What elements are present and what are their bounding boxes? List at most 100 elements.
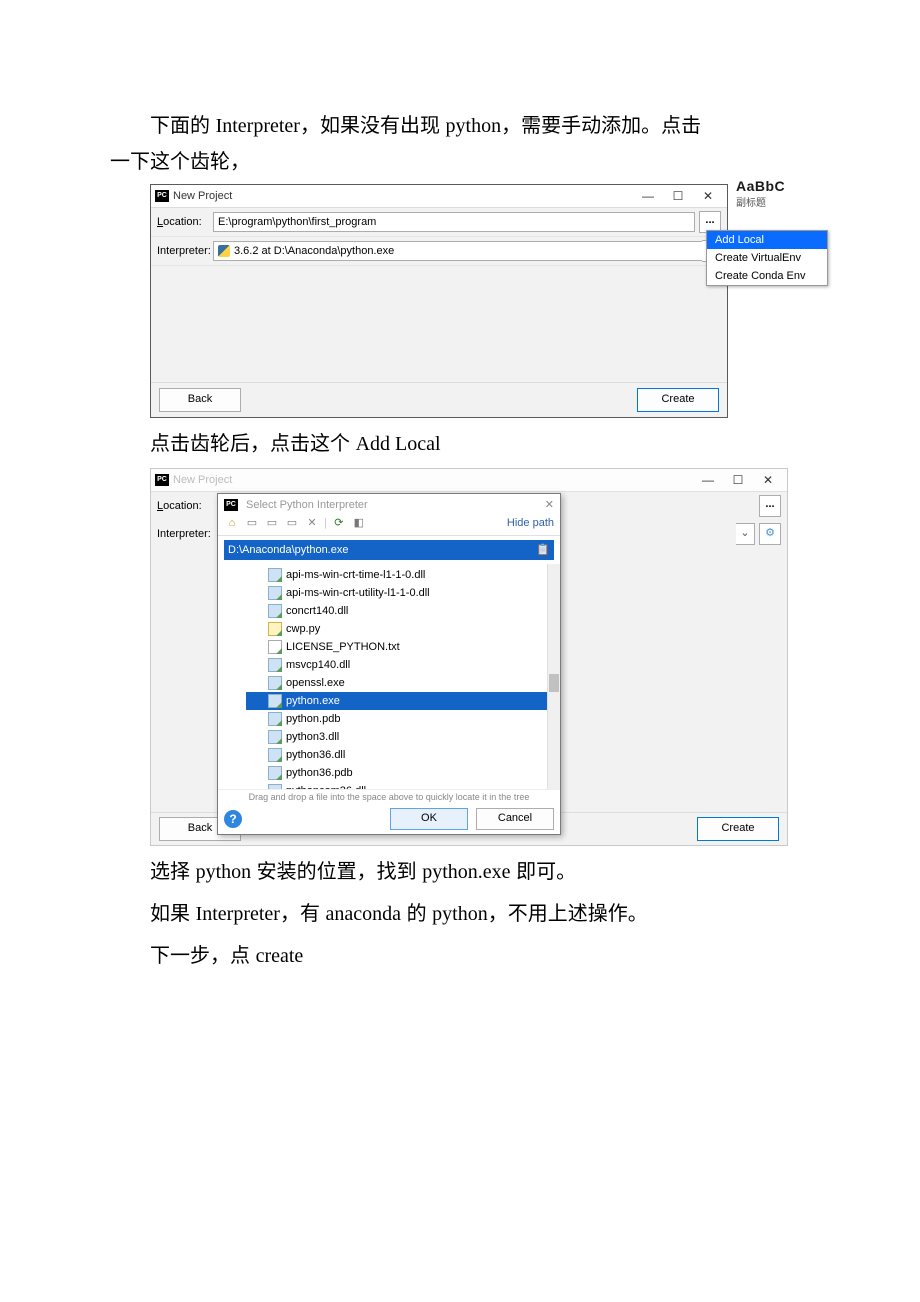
file-icon (268, 766, 282, 780)
tree-item[interactable]: api-ms-win-crt-time-l1-1-0.dll (246, 566, 560, 584)
scrollbar-thumb[interactable] (549, 674, 559, 692)
app-icon: PC (155, 474, 169, 486)
interpreter-label: Interpreter: (157, 528, 213, 540)
tree-item[interactable]: python36.pdb (246, 764, 560, 782)
ok-button[interactable]: OK (390, 808, 468, 830)
gear-icon[interactable]: ⚙ (759, 523, 781, 545)
popup-toolbar: ⌂ ▭ ▭ ▭ ✕ | ⟳ ◧ Hide path (218, 511, 560, 536)
close-icon[interactable]: ✕ (753, 469, 783, 491)
location-row: Location: E:\program\python\first_progra… (151, 208, 727, 237)
titlebar: PC New Project — ☐ ✕ (151, 185, 727, 208)
maximize-icon[interactable]: ☐ (663, 185, 693, 207)
popup-close-icon[interactable]: ✕ (545, 498, 554, 511)
button-bar: Back Create (151, 382, 727, 417)
file-icon (268, 604, 282, 618)
create-button[interactable]: Create (697, 817, 779, 841)
tree-item[interactable]: python3.dll (246, 728, 560, 746)
tree-item[interactable]: LICENSE_PYTHON.txt (246, 638, 560, 656)
intro-line-2: 一下这个齿轮， (110, 146, 810, 178)
interpreter-label: Interpreter: (157, 245, 213, 257)
tree-item[interactable]: cwp.py (246, 620, 560, 638)
popup-buttons: ? OK Cancel (218, 804, 560, 834)
desktop-icon[interactable]: ▭ (244, 515, 260, 531)
delete-icon[interactable]: ✕ (304, 515, 320, 531)
tree-item[interactable]: msvcp140.dll (246, 656, 560, 674)
word-style-fragment: AaBbC 副标题 (736, 178, 785, 209)
tree-item-label: cwp.py (286, 623, 320, 635)
tree-item-label: python36.dll (286, 749, 345, 761)
tree-item-label: python.exe (286, 695, 340, 707)
maximize-icon[interactable]: ☐ (723, 469, 753, 491)
mid-line: 点击齿轮后，点击这个 Add Local (150, 426, 810, 462)
interpreter-chevron-down-icon[interactable]: ⌄ (736, 523, 755, 545)
screenshot-select-interpreter: www.bingdoc.com PC New Project — ☐ ✕ Loc… (150, 468, 790, 844)
location-browse-button[interactable]: ... (759, 495, 781, 517)
menu-item-create-conda-env[interactable]: Create Conda Env (707, 267, 827, 285)
file-tree[interactable]: api-ms-win-crt-time-l1-1-0.dll api-ms-win… (218, 564, 560, 789)
tree-item-label: api-ms-win-crt-time-l1-1-0.dll (286, 569, 425, 581)
minimize-icon[interactable]: — (633, 185, 663, 207)
tree-item[interactable]: api-ms-win-crt-utility-l1-1-0.dll (246, 584, 560, 602)
interpreter-value: 3.6.2 at D:\Anaconda\python.exe (234, 242, 394, 260)
intro-line-1: 下面的 Interpreter，如果没有出现 python，需要手动添加。点击 (110, 110, 810, 142)
window-title: New Project (173, 190, 633, 202)
scrollbar[interactable] (547, 564, 560, 789)
minimize-icon[interactable]: — (693, 469, 723, 491)
tree-item[interactable]: python.exe (246, 692, 560, 710)
tree-item-label: openssl.exe (286, 677, 345, 689)
newfolder-icon[interactable]: ▭ (284, 515, 300, 531)
create-button[interactable]: Create (637, 388, 719, 412)
tree-item-label: python36.pdb (286, 767, 353, 779)
new-project-window-2: www.bingdoc.com PC New Project — ☐ ✕ Loc… (150, 468, 788, 846)
interpreter-row: Interpreter: 3.6.2 at D:\Anaconda\python… (151, 237, 727, 266)
menu-item-add-local[interactable]: Add Local (707, 231, 827, 249)
clipboard-icon[interactable]: 📋 (536, 540, 550, 560)
after-line-1: 选择 python 安装的位置，找到 python.exe 即可。 (150, 854, 810, 890)
close-icon[interactable]: ✕ (693, 185, 723, 207)
tree-item-label: python3.dll (286, 731, 339, 743)
tree-item-label: concrt140.dll (286, 605, 348, 617)
menu-item-create-virtualenv[interactable]: Create VirtualEnv (707, 249, 827, 267)
back-button[interactable]: Back (159, 388, 241, 412)
tree-item[interactable]: pythoncom36.dll (246, 782, 560, 789)
path-input[interactable]: D:\Anaconda\python.exe 📋 (224, 540, 554, 560)
tree-item-label: python.pdb (286, 713, 340, 725)
select-interpreter-popup: PC Select Python Interpreter ✕ ⌂ ▭ ▭ ▭ ✕… (217, 493, 561, 835)
location-label: Location: (157, 500, 213, 512)
location-label: Location: (157, 216, 213, 228)
popup-title: Select Python Interpreter (246, 499, 368, 511)
file-icon (268, 586, 282, 600)
tree-item-label: api-ms-win-crt-utility-l1-1-0.dll (286, 587, 430, 599)
tree-item[interactable]: python.pdb (246, 710, 560, 728)
file-icon (268, 640, 282, 654)
tree-item[interactable]: concrt140.dll (246, 602, 560, 620)
after-line-2: 如果 Interpreter，有 anaconda 的 python，不用上述操… (150, 896, 810, 932)
cancel-button[interactable]: Cancel (476, 808, 554, 830)
file-icon (268, 658, 282, 672)
file-icon (268, 784, 282, 789)
tree-item[interactable]: python36.dll (246, 746, 560, 764)
home-icon[interactable]: ⌂ (224, 515, 240, 531)
file-icon (268, 568, 282, 582)
app-icon: PC (155, 190, 169, 202)
python-icon (218, 245, 230, 257)
location-input[interactable]: E:\program\python\first_program (213, 212, 695, 232)
file-icon (268, 712, 282, 726)
tree-item[interactable]: openssl.exe (246, 674, 560, 692)
file-icon (268, 676, 282, 690)
refresh-icon[interactable]: ⟳ (331, 515, 347, 531)
showhidden-icon[interactable]: ◧ (351, 515, 367, 531)
hide-path-link[interactable]: Hide path (507, 517, 554, 529)
file-icon (268, 622, 282, 636)
project-icon[interactable]: ▭ (264, 515, 280, 531)
popup-titlebar: PC Select Python Interpreter ✕ (218, 494, 560, 511)
file-icon (268, 748, 282, 762)
tree-item-label: pythoncom36.dll (286, 785, 366, 789)
window-title: New Project (173, 474, 693, 486)
after-line-3: 下一步，点 create (150, 938, 810, 974)
file-icon (268, 694, 282, 708)
titlebar-2: PC New Project — ☐ ✕ (151, 469, 787, 492)
help-icon[interactable]: ? (224, 810, 242, 828)
tree-item-label: msvcp140.dll (286, 659, 350, 671)
interpreter-select[interactable]: 3.6.2 at D:\Anaconda\python.exe (213, 241, 703, 261)
